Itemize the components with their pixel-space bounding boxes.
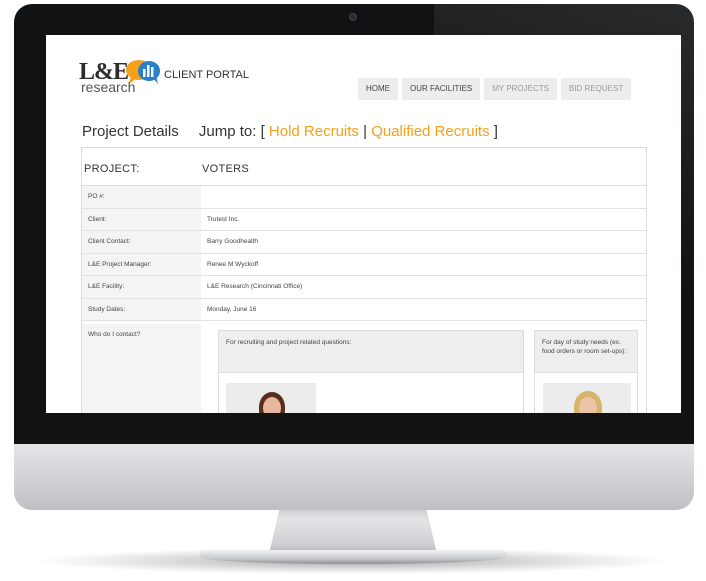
table-row: PO #: — [82, 186, 646, 209]
nav-tab-home[interactable]: HOME — [358, 78, 398, 100]
table-row: Client: Trutest Inc. — [82, 208, 646, 231]
detail-rows: PO #: Client: Trutest Inc. Client Contac… — [82, 186, 646, 321]
recruiting-contact-photo — [226, 383, 316, 413]
portal-title: CLIENT PORTAL — [164, 69, 249, 81]
monitor-base — [200, 550, 506, 564]
row-value-facility: L&E Research (Cincinnati Office) — [207, 283, 303, 290]
study-day-contact-text: For day of study needs (ex. food orders … — [542, 339, 627, 355]
screen: L&E research CLIENT PORTAL HOME OUR FACI… — [46, 35, 681, 413]
nav-tab-my-projects[interactable]: MY PROJECTS — [484, 78, 557, 100]
row-label-po: PO #: — [82, 186, 201, 208]
project-label: PROJECT: — [84, 163, 140, 175]
jump-to-label: Jump to: [ — [198, 123, 265, 140]
monitor-chin — [14, 440, 694, 510]
row-value-client: Trutest Inc. — [207, 215, 240, 223]
camera-icon — [349, 13, 357, 21]
row-value-project-manager: Renee M Wyckoff — [207, 260, 259, 268]
jump-separator: | — [363, 123, 368, 140]
project-row: PROJECT: VOTERS — [82, 148, 646, 186]
row-value-client-contact: Barry Goodhealth — [207, 238, 258, 245]
row-label-client: Client: — [82, 208, 201, 230]
study-day-contact-photo — [543, 383, 631, 413]
page-title: Project Details — [82, 123, 179, 140]
hold-recruits-link[interactable]: Hold Recruits — [269, 123, 359, 140]
nav-tab-our-facilities[interactable]: OUR FACILITIES — [402, 78, 481, 100]
face-shape — [263, 397, 281, 413]
logo-sub-text: research — [81, 79, 136, 95]
table-row: L&E Facility: L&E Research (Cincinnati O… — [82, 276, 646, 299]
jump-close-bracket: ] — [493, 123, 498, 140]
contact-row: Who do I contact? For recruiting and pro… — [82, 324, 646, 413]
row-label-study-dates: Study Dates: — [82, 298, 201, 320]
row-label-contact: Who do I contact? — [82, 324, 201, 413]
qualified-recruits-link[interactable]: Qualified Recruits — [371, 123, 489, 140]
row-label-project-manager: L&E Project Manager: — [82, 253, 201, 275]
recruiting-contact-text: For recruiting and project related quest… — [226, 339, 352, 346]
study-day-contact-card: For day of study needs (ex. food orders … — [534, 330, 638, 413]
main-nav: HOME OUR FACILITIES MY PROJECTS BID REQU… — [358, 78, 632, 100]
nav-tab-bid-request[interactable]: BID REQUEST — [560, 78, 632, 100]
project-name: VOTERS — [202, 163, 250, 175]
heading-row: Project Details Jump to: [ Hold Recruits… — [82, 123, 498, 140]
table-row: L&E Project Manager: Renee M Wyckoff — [82, 253, 646, 276]
recruiting-contact-card: For recruiting and project related quest… — [218, 330, 524, 413]
recruiting-contact-header: For recruiting and project related quest… — [219, 331, 523, 373]
row-label-facility: L&E Facility: — [82, 276, 201, 298]
project-details-table: PROJECT: VOTERS PO #: Client: Trutest In… — [81, 147, 647, 413]
row-label-client-contact: Client Contact: — [82, 231, 201, 253]
study-day-contact-header: For day of study needs (ex. food orders … — [535, 331, 637, 373]
table-row: Client Contact: Barry Goodhealth — [82, 231, 646, 254]
table-row: Study Dates: Monday, June 16 — [82, 298, 646, 321]
face-shape — [579, 397, 597, 413]
row-value-study-dates: Monday, June 16 — [207, 305, 257, 313]
